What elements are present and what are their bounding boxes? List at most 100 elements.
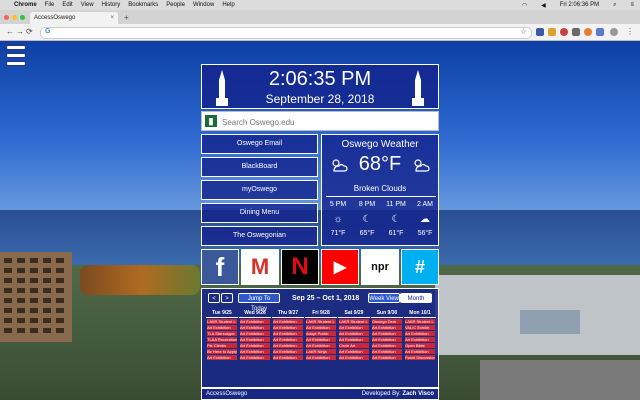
chrome-menu-icon[interactable]: ⋮ [626, 27, 634, 36]
calendar-event[interactable]: Art Exhibition [240, 325, 270, 330]
search-input[interactable] [220, 114, 434, 130]
calendar-event[interactable]: Art Exhibition [273, 325, 303, 330]
facebook-icon[interactable]: f [201, 249, 239, 285]
calendar-event[interactable]: Art Exhibition [372, 343, 402, 348]
calendar-event[interactable]: Be Here to Apply [207, 349, 237, 354]
calendar-event[interactable]: Art Exhibition [240, 355, 270, 360]
menu-file[interactable]: File [45, 2, 55, 8]
next-week-button[interactable]: > [221, 293, 233, 303]
calendar-event[interactable]: Art Exhibition [405, 331, 435, 336]
back-icon[interactable]: ← [6, 27, 14, 36]
calendar-event[interactable]: Art Exhibition [273, 337, 303, 342]
link-blackboard[interactable]: BlackBoard [201, 157, 318, 177]
calendar-event[interactable]: Art Exhibition [306, 355, 336, 360]
close-tab-icon[interactable]: × [110, 15, 114, 21]
new-tab-button[interactable]: + [124, 13, 129, 22]
menu-history[interactable]: History [102, 2, 121, 8]
extension-icon[interactable] [560, 28, 568, 36]
close-window-icon[interactable] [4, 15, 9, 20]
calendar-event[interactable]: Panel Discussion [405, 355, 435, 360]
link-oswego-email[interactable]: Oswego Email [201, 134, 318, 154]
reload-icon[interactable]: ⟳ [26, 27, 33, 36]
calendar-event[interactable]: Art Exhibition [273, 331, 303, 336]
calendar-event[interactable]: LAKR Student L [306, 319, 336, 324]
calendar-event[interactable]: Pie Climbs [207, 343, 237, 348]
address-bar[interactable]: G ☆ [40, 27, 532, 39]
youtube-icon[interactable]: ▶ [321, 249, 359, 285]
calendar-event[interactable]: Art Exhibition [273, 343, 303, 348]
calendar-event[interactable]: Art Exhibition [339, 331, 369, 336]
netflix-icon[interactable]: N [281, 249, 319, 285]
calendar-event[interactable]: Art Exhibition [372, 349, 402, 354]
menu-list-icon[interactable]: ≡ [630, 2, 634, 9]
calendar-event[interactable]: Art Exhibition [207, 325, 237, 330]
calendar-event[interactable]: Art Exhibition [240, 343, 270, 348]
calendar-event[interactable]: TLA Stereotype [207, 331, 237, 336]
menu-people[interactable]: People [166, 2, 185, 8]
calendar-event[interactable]: Circle Art [339, 343, 369, 348]
calendar-event[interactable]: Art Exhibition [240, 349, 270, 354]
calendar-event[interactable]: TLAA Recreation [207, 337, 237, 342]
link-dining-menu[interactable]: Dining Menu [201, 203, 318, 223]
calendar-event[interactable]: Art Exhibition [306, 337, 336, 342]
forward-icon[interactable]: → [16, 27, 24, 36]
hamburger-menu-icon[interactable] [6, 42, 26, 66]
menu-edit[interactable]: Edit [62, 2, 72, 8]
prev-week-button[interactable]: < [208, 293, 220, 303]
month-view-button[interactable]: Month View [400, 293, 432, 312]
calendar-event[interactable]: Art Exhibition [240, 337, 270, 342]
calendar-event[interactable]: Art Exhibition [306, 343, 336, 348]
calendar-event[interactable]: Open Bible [405, 343, 435, 348]
menubar-clock[interactable]: Fri 2:06:36 PM [560, 2, 599, 9]
menu-window[interactable]: Window [193, 2, 214, 8]
search-icon[interactable]: ⌕ [613, 2, 616, 9]
extension-icon[interactable] [548, 28, 556, 36]
calendar-event[interactable]: LAKR Ninja [306, 349, 336, 354]
calendar-event[interactable]: Art Exhibition [207, 355, 237, 360]
calendar-event[interactable]: Art Exhibition [372, 337, 402, 342]
link-myoswego[interactable]: myOswego [201, 180, 318, 200]
menu-view[interactable]: View [81, 2, 94, 8]
extension-icon[interactable] [536, 28, 544, 36]
calendar-event[interactable]: Art Exhibition [339, 337, 369, 342]
calendar-event[interactable]: Art Exhibition [339, 355, 369, 360]
browser-tab[interactable]: AccessOswego × [30, 12, 118, 24]
calendar-event[interactable]: VALIC Exhibit [405, 325, 435, 330]
link-the-oswegonian[interactable]: The Oswegonian [201, 226, 318, 246]
calendar-event[interactable]: Art Exhibition [306, 325, 336, 330]
jump-to-today-button[interactable]: Jump To Today [238, 293, 280, 312]
minimize-window-icon[interactable] [12, 15, 17, 20]
calendar-event[interactable]: Art Exhibition [273, 355, 303, 360]
week-view-button[interactable]: Week View [368, 293, 400, 303]
menu-bookmarks[interactable]: Bookmarks [128, 2, 158, 8]
npr-icon[interactable]: npr [361, 249, 399, 285]
calendar-event[interactable]: Art Exhibition [405, 337, 435, 342]
calendar-event[interactable]: Art Exhibition [372, 355, 402, 360]
calendar-event[interactable]: LAKR Student L [405, 319, 435, 324]
maximize-window-icon[interactable] [20, 15, 25, 20]
calendar-event[interactable]: LAKR Student L [339, 319, 369, 324]
calendar-event[interactable]: LAKR Student L [207, 319, 237, 324]
volume-icon[interactable]: ◀ [541, 2, 546, 9]
calendar-event[interactable]: Art Exhibition [240, 331, 270, 336]
groupme-icon[interactable]: # [401, 249, 439, 285]
wifi-icon[interactable]: ◠ [522, 2, 527, 9]
calendar-event[interactable]: Art Exhibition [273, 349, 303, 354]
extension-icon[interactable] [572, 28, 580, 36]
calendar-event[interactable]: Art Exhibition [339, 325, 369, 330]
calendar-event[interactable]: Adopt Public [306, 331, 336, 336]
menubar-app-name[interactable]: Chrome [14, 2, 37, 8]
gmail-icon[interactable]: M [241, 249, 279, 285]
menu-help[interactable]: Help [222, 2, 234, 8]
calendar-event[interactable]: Art Exhibition [405, 349, 435, 354]
calendar-event[interactable]: Art Exhibition [372, 325, 402, 330]
calendar-event[interactable]: Art Exhibition [339, 349, 369, 354]
bookmark-star-icon[interactable]: ☆ [520, 27, 527, 36]
extension-icon[interactable] [596, 28, 604, 36]
calendar-event[interactable]: Art Exhibition [273, 319, 303, 324]
calendar-event[interactable]: Art Exhibition [372, 331, 402, 336]
calendar-event[interactable]: Art Exhibition [240, 319, 270, 324]
profile-avatar[interactable] [610, 28, 618, 36]
extension-icon[interactable] [584, 28, 592, 36]
calendar-event[interactable]: Oswego Dem [372, 319, 402, 324]
